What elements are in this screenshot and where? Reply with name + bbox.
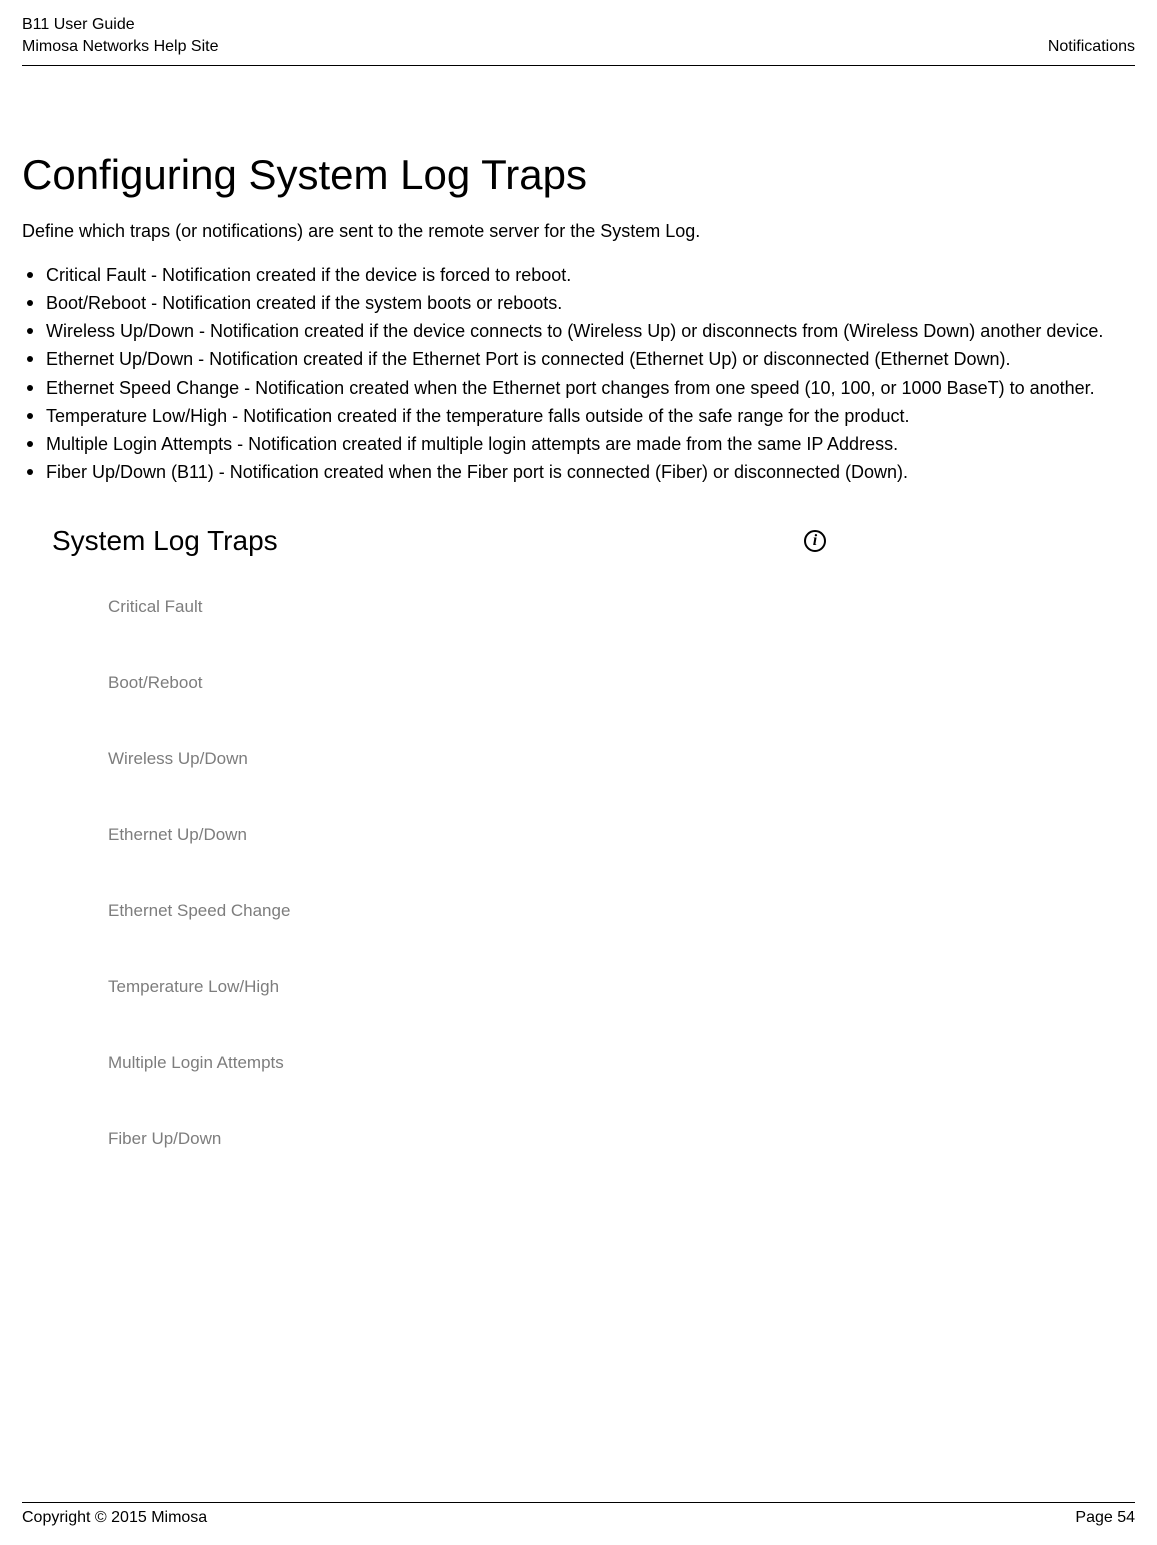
list-item: Multiple Login Attempts - Notification c… [24,431,1135,457]
bullet-list: Critical Fault - Notification created if… [22,262,1135,485]
header-guide: B11 User Guide [22,14,135,36]
list-item: Boot/Reboot - Notification created if th… [24,290,1135,316]
trap-item-ethernet-speed-change[interactable]: Ethernet Speed Change [108,901,832,921]
page-title: Configuring System Log Traps [22,151,1135,199]
panel-header: System Log Traps i [52,525,832,557]
list-item: Fiber Up/Down (B11) - Notification creat… [24,459,1135,485]
trap-item-fiber-up-down[interactable]: Fiber Up/Down [108,1129,832,1149]
page-header: B11 User Guide Mimosa Networks Help Site… [22,14,1135,66]
trap-item-boot-reboot[interactable]: Boot/Reboot [108,673,832,693]
footer-page: Page 54 [1075,1509,1135,1527]
trap-item-critical-fault[interactable]: Critical Fault [108,597,832,617]
header-section: Notifications [1048,36,1135,58]
list-item: Ethernet Up/Down - Notification created … [24,346,1135,372]
trap-item-ethernet-up-down[interactable]: Ethernet Up/Down [108,825,832,845]
list-item: Temperature Low/High - Notification crea… [24,403,1135,429]
panel-title: System Log Traps [52,525,278,557]
content: Configuring System Log Traps Define whic… [22,66,1135,1149]
trap-item-wireless-up-down[interactable]: Wireless Up/Down [108,749,832,769]
trap-item-temperature-low-high[interactable]: Temperature Low/High [108,977,832,997]
footer-copyright: Copyright © 2015 Mimosa [22,1509,207,1527]
list-item: Ethernet Speed Change - Notification cre… [24,375,1135,401]
trap-list: Critical Fault Boot/Reboot Wireless Up/D… [52,557,832,1149]
list-item: Critical Fault - Notification created if… [24,262,1135,288]
info-icon[interactable]: i [804,530,826,552]
system-log-traps-panel: System Log Traps i Critical Fault Boot/R… [52,525,832,1149]
intro-paragraph: Define which traps (or notifications) ar… [22,221,1135,242]
trap-item-multiple-login-attempts[interactable]: Multiple Login Attempts [108,1053,832,1073]
header-site: Mimosa Networks Help Site [22,36,219,58]
page-footer: Copyright © 2015 Mimosa Page 54 [22,1502,1135,1527]
list-item: Wireless Up/Down - Notification created … [24,318,1135,344]
